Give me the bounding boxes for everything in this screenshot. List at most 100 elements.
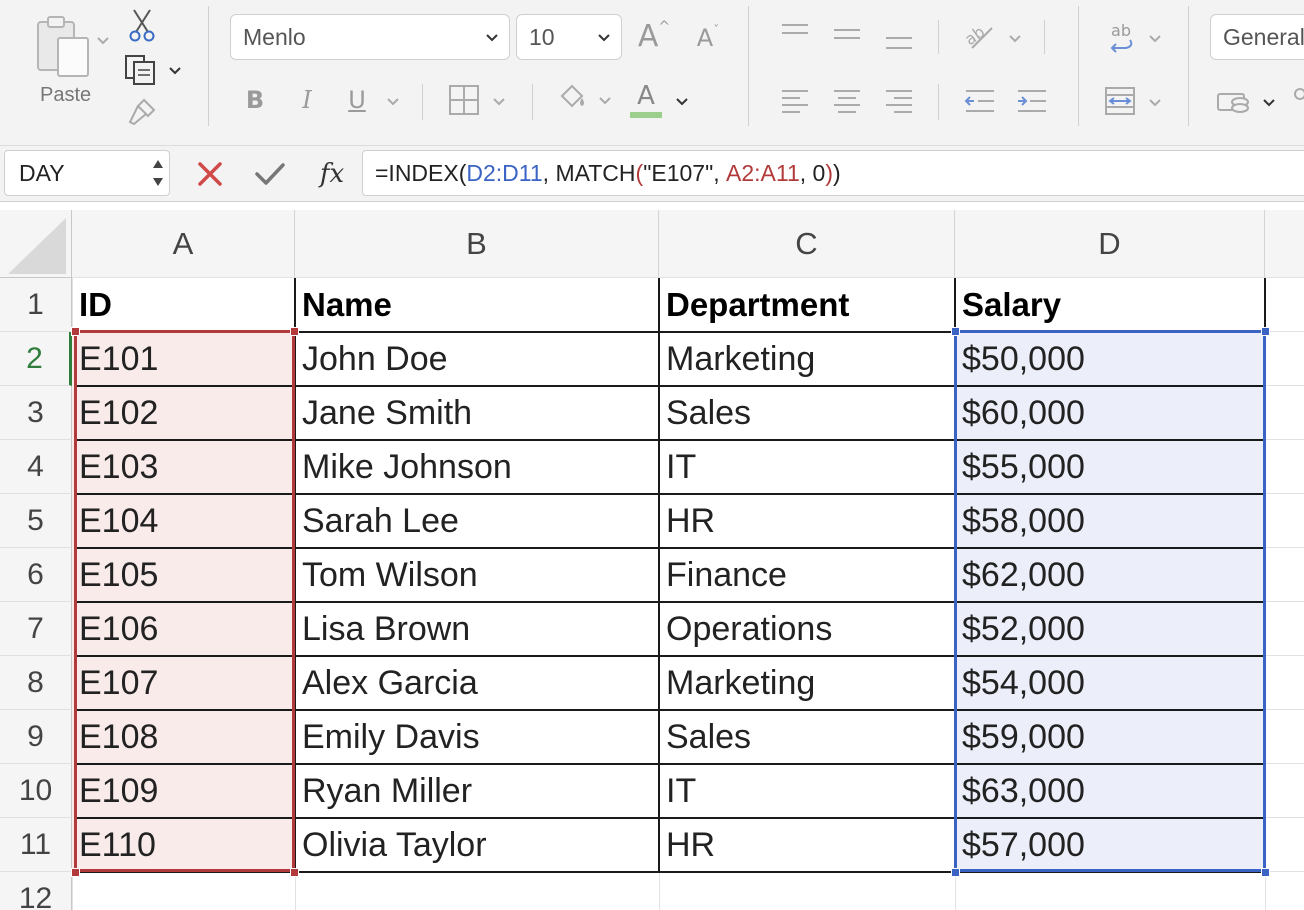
column-header-e[interactable] (1265, 210, 1304, 278)
align-top-button[interactable] (780, 22, 810, 48)
cell-name[interactable]: Tom Wilson (295, 548, 659, 602)
return-range-highlight-handle[interactable] (1261, 868, 1270, 877)
cell-department[interactable]: IT (659, 440, 955, 494)
increase-font-icon: A (637, 18, 659, 54)
number-format-select[interactable]: General (1210, 14, 1304, 60)
cell-name[interactable]: Mike Johnson (295, 440, 659, 494)
name-box[interactable]: DAY (4, 150, 170, 196)
cell-name[interactable]: Sarah Lee (295, 494, 659, 548)
return-range-highlight-handle[interactable] (951, 868, 960, 877)
header-cell-salary[interactable]: Salary (955, 278, 1265, 332)
lookup-range-highlight-handle[interactable] (290, 868, 299, 877)
underline-dropdown-icon[interactable] (386, 95, 400, 109)
cell-name[interactable]: Ryan Miller (295, 764, 659, 818)
align-middle-icon (834, 29, 860, 39)
cell-department[interactable]: Finance (659, 548, 955, 602)
row-header-8[interactable]: 8 (0, 656, 72, 710)
row-header-4[interactable]: 4 (0, 440, 72, 494)
percent-format-button[interactable] (1290, 86, 1304, 120)
orientation-dropdown-icon[interactable] (1008, 32, 1022, 46)
formula-input[interactable]: =INDEX(D2:D11, MATCH("E107", A2:A11, 0)) (362, 150, 1304, 196)
column-header-c[interactable]: C (659, 210, 955, 278)
select-all-button[interactable] (0, 210, 72, 278)
cell-department[interactable]: Marketing (659, 332, 955, 386)
row-header-10[interactable]: 10 (0, 764, 72, 818)
align-center-button[interactable] (832, 86, 862, 116)
header-cell-name[interactable]: Name (295, 278, 659, 332)
cell-department[interactable]: Sales (659, 386, 955, 440)
insert-function-button[interactable]: fx (314, 154, 350, 194)
underline-button[interactable]: U (342, 82, 372, 118)
cell-department[interactable]: IT (659, 764, 955, 818)
row-header-11[interactable]: 11 (0, 818, 72, 872)
cell-name[interactable]: Jane Smith (295, 386, 659, 440)
orientation-button[interactable]: ab (961, 18, 1028, 54)
decrease-indent-button[interactable] (964, 86, 996, 116)
lookup-range-highlight-handle[interactable] (71, 327, 80, 336)
row-header-5[interactable]: 5 (0, 494, 72, 548)
align-top-icon (782, 24, 808, 34)
font-color-dropdown-icon[interactable] (675, 95, 689, 109)
cell-department[interactable]: Marketing (659, 656, 955, 710)
font-name-select[interactable]: Menlo (230, 14, 510, 60)
currency-format-button[interactable] (1216, 86, 1280, 120)
paste-button[interactable]: Paste (30, 14, 109, 110)
lookup-range-highlight (74, 330, 295, 872)
align-left-button[interactable] (780, 86, 810, 116)
row-header-7[interactable]: 7 (0, 602, 72, 656)
row-header-12[interactable]: 12 (0, 872, 72, 910)
cell-name[interactable]: Lisa Brown (295, 602, 659, 656)
cut-button[interactable] (128, 8, 158, 42)
merge-center-button[interactable] (1104, 86, 1166, 118)
row-header-3[interactable]: 3 (0, 386, 72, 440)
lookup-range-highlight-handle[interactable] (71, 868, 80, 877)
cell-department[interactable]: Sales (659, 710, 955, 764)
increase-indent-button[interactable] (1016, 86, 1048, 116)
row-header-1[interactable]: 1 (0, 278, 72, 332)
align-middle-button[interactable] (832, 22, 862, 48)
increase-font-size-button[interactable]: A ^ (634, 16, 674, 56)
copy-button[interactable] (124, 54, 188, 88)
cell-department[interactable]: Operations (659, 602, 955, 656)
paste-dropdown-icon[interactable] (96, 34, 110, 48)
borders-button[interactable] (448, 84, 512, 118)
merge-dropdown-icon[interactable] (1148, 96, 1162, 110)
column-header-a[interactable]: A (72, 210, 295, 278)
copy-dropdown-icon[interactable] (168, 64, 182, 78)
header-cell-department[interactable]: Department (659, 278, 955, 332)
cell-name[interactable]: Olivia Taylor (295, 818, 659, 872)
cancel-formula-button[interactable] (196, 160, 224, 188)
decrease-font-size-button[interactable]: Aˇ (690, 20, 726, 56)
lookup-range-highlight-handle[interactable] (290, 327, 299, 336)
wrap-dropdown-icon[interactable] (1148, 32, 1162, 46)
return-range-highlight-handle[interactable] (951, 327, 960, 336)
cell-department[interactable]: HR (659, 818, 955, 872)
wrap-text-button[interactable]: ab (1106, 20, 1166, 56)
cell-name[interactable]: Emily Davis (295, 710, 659, 764)
row-header-2[interactable]: 2 (0, 332, 72, 386)
bold-button[interactable]: B (240, 82, 270, 118)
fill-color-dropdown-icon[interactable] (598, 94, 612, 108)
row-header-6[interactable]: 6 (0, 548, 72, 602)
fill-color-button[interactable] (556, 82, 616, 118)
ribbon-separator (938, 84, 939, 120)
italic-button[interactable]: I (292, 82, 322, 118)
align-bottom-button[interactable] (884, 22, 914, 52)
row-header-9[interactable]: 9 (0, 710, 72, 764)
column-header-d[interactable]: D (955, 210, 1265, 278)
enter-formula-button[interactable] (254, 160, 286, 188)
return-range-highlight-handle[interactable] (1261, 327, 1270, 336)
borders-dropdown-icon[interactable] (492, 95, 506, 109)
cell-department[interactable]: HR (659, 494, 955, 548)
name-box-stepper-icon[interactable] (151, 154, 165, 192)
cell-name[interactable]: Alex Garcia (295, 656, 659, 710)
align-right-button[interactable] (884, 86, 914, 116)
cell-name[interactable]: John Doe (295, 332, 659, 386)
column-header-b[interactable]: B (295, 210, 659, 278)
header-cell-id[interactable]: ID (72, 278, 295, 332)
format-painter-button[interactable] (126, 96, 158, 128)
italic-icon: I (302, 86, 312, 114)
font-size-select[interactable]: 10 (516, 14, 622, 60)
currency-dropdown-icon[interactable] (1262, 96, 1276, 110)
font-color-button[interactable]: A (630, 80, 694, 120)
